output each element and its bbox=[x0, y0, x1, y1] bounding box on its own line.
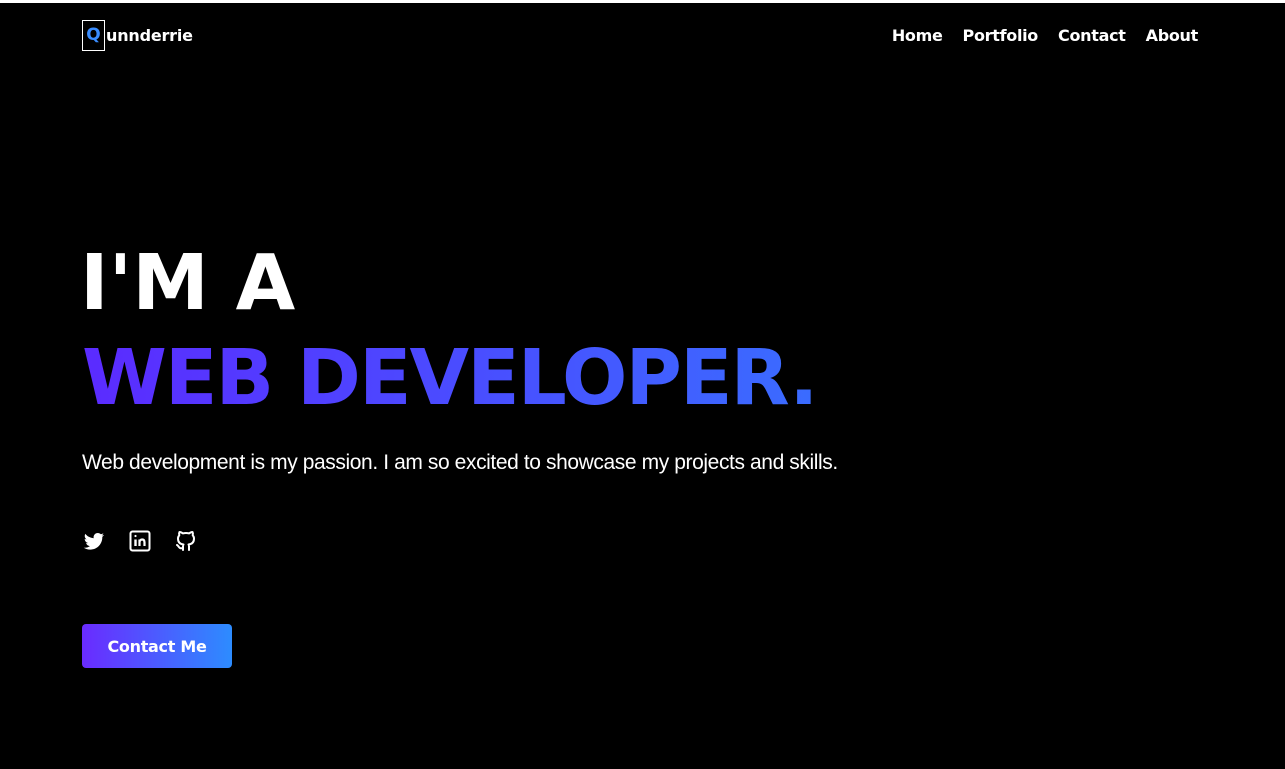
nav-link-contact[interactable]: Contact bbox=[1058, 26, 1126, 45]
twitter-icon[interactable] bbox=[82, 529, 106, 553]
hero-heading-line2: WEB DEVELOPER. bbox=[82, 334, 819, 423]
social-links bbox=[82, 529, 198, 553]
nav-links: Home Portfolio Contact About bbox=[892, 26, 1198, 45]
logo-mark: Q bbox=[82, 19, 105, 51]
contact-me-button[interactable]: Contact Me bbox=[82, 624, 232, 668]
linkedin-icon[interactable] bbox=[128, 529, 152, 553]
logo[interactable]: Q unnderrie bbox=[82, 19, 193, 51]
github-icon[interactable] bbox=[174, 529, 198, 553]
nav-link-portfolio[interactable]: Portfolio bbox=[963, 26, 1039, 45]
logo-text: unnderrie bbox=[106, 25, 193, 45]
hero-heading-line1: I'M A bbox=[80, 239, 296, 328]
top-border bbox=[0, 0, 1285, 3]
nav-link-home[interactable]: Home bbox=[892, 26, 943, 45]
hero-description: Web development is my passion. I am so e… bbox=[82, 451, 838, 474]
navbar: Q unnderrie Home Portfolio Contact About bbox=[82, 18, 1198, 52]
nav-link-about[interactable]: About bbox=[1146, 26, 1199, 45]
